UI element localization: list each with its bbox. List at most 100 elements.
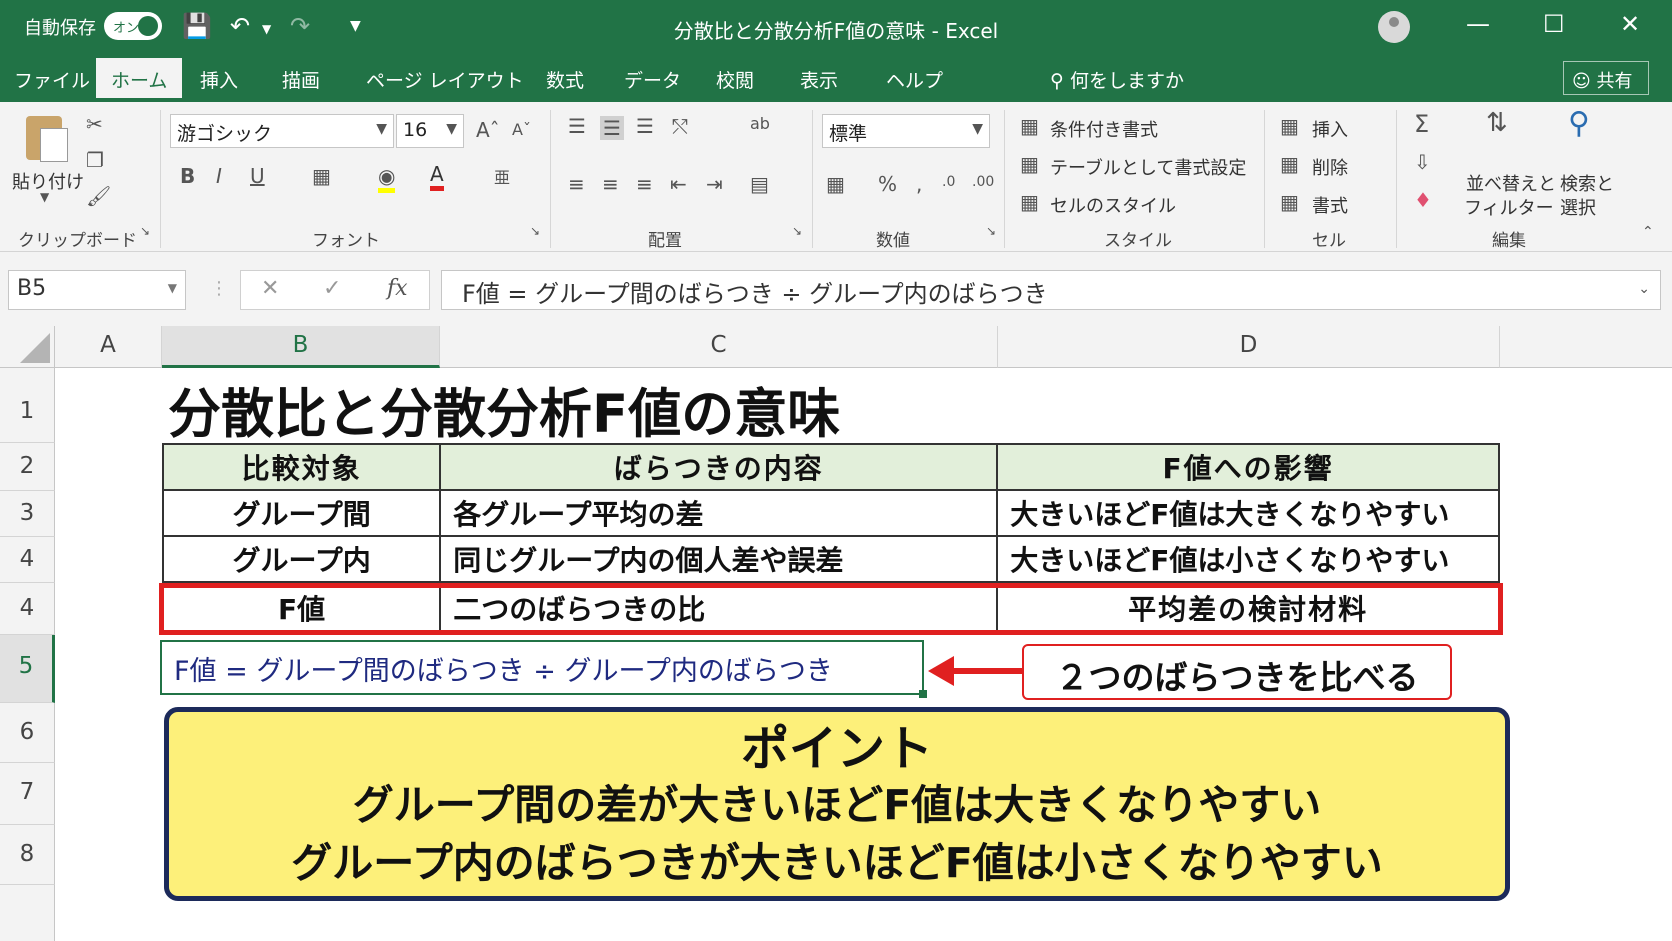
tab-view[interactable]: 表示 bbox=[800, 66, 838, 93]
clear-icon[interactable]: ♦ bbox=[1414, 188, 1432, 212]
bold-icon[interactable]: B bbox=[180, 164, 195, 188]
share-button[interactable]: ☺ 共有 bbox=[1563, 61, 1649, 95]
tab-data[interactable]: データ bbox=[624, 66, 681, 93]
font-launcher-icon[interactable]: ↘ bbox=[530, 224, 540, 238]
align-center-icon[interactable]: ≡ bbox=[602, 172, 619, 196]
callout-box[interactable]: ２つのばらつきを比べる bbox=[1022, 644, 1452, 700]
align-right-icon[interactable]: ≡ bbox=[636, 172, 653, 196]
selected-cell-b5[interactable]: F値 = グループ間のばらつき ÷ グループ内のばらつき bbox=[160, 640, 927, 698]
decrease-font-icon[interactable]: Aˇ bbox=[512, 120, 531, 139]
tab-review[interactable]: 校閲 bbox=[716, 66, 754, 93]
column-header-b[interactable]: B bbox=[162, 326, 440, 368]
delete-cells-button[interactable]: 削除 bbox=[1312, 154, 1348, 180]
align-left-icon[interactable]: ≡ bbox=[568, 172, 585, 196]
increase-indent-icon[interactable]: ⇥ bbox=[706, 172, 723, 196]
header-cell[interactable]: F値への影響 bbox=[996, 443, 1500, 491]
font-size-select[interactable]: 16 ▼ bbox=[396, 114, 464, 148]
comma-style-icon[interactable]: , bbox=[916, 172, 922, 196]
clipboard-launcher-icon[interactable]: ↘ bbox=[140, 224, 150, 238]
decrease-decimal-icon[interactable]: .00 bbox=[972, 174, 994, 190]
alignment-launcher-icon[interactable]: ↘ bbox=[792, 224, 802, 238]
sort-filter-label-1[interactable]: 並べ替えと bbox=[1466, 170, 1556, 196]
insert-cells-button[interactable]: 挿入 bbox=[1312, 116, 1348, 142]
accounting-format-icon[interactable]: ▦ bbox=[826, 172, 845, 196]
cut-icon[interactable]: ✂ bbox=[86, 112, 103, 136]
row-header-8[interactable]: 8 bbox=[0, 825, 55, 885]
tab-file[interactable]: ファイル bbox=[14, 66, 90, 93]
collapse-ribbon-icon[interactable]: ⌃ bbox=[1642, 224, 1654, 240]
cell-styles-button[interactable]: セルのスタイル bbox=[1050, 192, 1176, 218]
row-header-7[interactable]: 7 bbox=[0, 763, 55, 825]
number-format-select[interactable]: 標準 ▼ bbox=[822, 114, 990, 148]
sheet-title[interactable]: 分散比と分散分析F値の意味 bbox=[168, 372, 840, 448]
tab-home[interactable]: ホーム bbox=[96, 58, 183, 102]
column-header-d[interactable]: D bbox=[998, 326, 1500, 368]
orientation-icon[interactable]: ⤲ bbox=[672, 114, 688, 138]
expand-formula-icon[interactable]: ⌄ bbox=[1638, 281, 1650, 297]
format-cells-button[interactable]: 書式 bbox=[1312, 192, 1348, 218]
maximize-icon[interactable]: ☐ bbox=[1543, 10, 1565, 38]
fill-icon[interactable]: ⇩ bbox=[1414, 150, 1431, 174]
underline-icon[interactable]: U bbox=[250, 164, 265, 188]
close-icon[interactable]: ✕ bbox=[1620, 10, 1640, 38]
header-cell[interactable]: ばらつきの内容 bbox=[439, 443, 999, 491]
merge-center-icon[interactable]: ▤ bbox=[750, 172, 769, 196]
table-cell[interactable]: 同じグループ内の個人差や誤差 bbox=[439, 535, 999, 583]
header-cell[interactable]: 比較対象 bbox=[161, 443, 442, 491]
minimize-icon[interactable]: — bbox=[1466, 10, 1490, 38]
name-box[interactable]: B5 ▼ bbox=[8, 270, 186, 310]
autosum-icon[interactable]: Σ bbox=[1414, 110, 1429, 138]
row-header-3[interactable]: 3 bbox=[0, 491, 55, 537]
column-header-a[interactable]: A bbox=[55, 326, 162, 368]
cancel-icon[interactable]: ✕ bbox=[261, 276, 279, 301]
row-header-4b[interactable]: 4 bbox=[0, 583, 55, 635]
number-launcher-icon[interactable]: ↘ bbox=[986, 224, 996, 238]
tab-help[interactable]: ヘルプ bbox=[886, 66, 943, 93]
insert-function-icon[interactable]: fx bbox=[387, 276, 408, 301]
borders-icon[interactable]: ▦ bbox=[312, 164, 331, 188]
row-header-1[interactable]: 1 bbox=[0, 368, 55, 443]
copy-icon[interactable]: ❐ bbox=[86, 148, 104, 172]
point-box[interactable]: ポイント グループ間の差が大きいほどF値は大きくなりやすい グループ内のばらつき… bbox=[164, 707, 1510, 901]
fill-color-icon[interactable]: ◉ bbox=[378, 164, 396, 193]
row-header-4[interactable]: 4 bbox=[0, 537, 55, 583]
row-header-5[interactable]: 5 bbox=[0, 635, 55, 703]
column-header-c[interactable]: C bbox=[440, 326, 998, 368]
row-header-6[interactable]: 6 bbox=[0, 703, 55, 763]
tab-page-layout[interactable]: ページ レイアウト bbox=[366, 66, 524, 93]
tab-formulas[interactable]: 数式 bbox=[546, 66, 584, 93]
align-bottom-icon[interactable]: ☰ bbox=[636, 114, 654, 138]
paste-dropdown-icon[interactable]: ▼ bbox=[40, 190, 49, 204]
tab-insert[interactable]: 挿入 bbox=[200, 66, 238, 93]
format-painter-icon[interactable]: 🖌 bbox=[86, 184, 111, 208]
font-name-select[interactable]: 游ゴシック ▼ bbox=[170, 114, 394, 148]
table-cell[interactable]: 大きいほどF値は小さくなりやすい bbox=[996, 535, 1500, 583]
conditional-format-button[interactable]: 条件付き書式 bbox=[1050, 116, 1158, 142]
percent-icon[interactable]: % bbox=[878, 172, 897, 196]
row-header-2[interactable]: 2 bbox=[0, 443, 55, 491]
table-cell[interactable]: 各グループ平均の差 bbox=[439, 489, 999, 537]
align-top-icon[interactable]: ☰ bbox=[568, 114, 586, 138]
table-cell[interactable]: グループ間 bbox=[161, 489, 442, 537]
enter-icon[interactable]: ✓ bbox=[323, 276, 341, 301]
tell-me-box[interactable]: ⚲ 何をしますか bbox=[1050, 66, 1184, 93]
table-cell[interactable]: グループ内 bbox=[161, 535, 442, 583]
font-color-icon[interactable]: A bbox=[430, 162, 444, 191]
table-cell[interactable]: 大きいほどF値は大きくなりやすい bbox=[996, 489, 1500, 537]
increase-font-icon[interactable]: Aˆ bbox=[476, 118, 500, 142]
user-avatar[interactable] bbox=[1378, 11, 1410, 43]
decrease-indent-icon[interactable]: ⇤ bbox=[670, 172, 687, 196]
increase-decimal-icon[interactable]: .0 bbox=[942, 174, 955, 190]
formula-input[interactable]: F値 = グループ間のばらつき ÷ グループ内のばらつき ⌄ bbox=[441, 270, 1661, 310]
wrap-text-icon[interactable]: ab bbox=[750, 114, 770, 133]
find-select-label-2[interactable]: 選択 bbox=[1560, 194, 1596, 220]
tab-draw[interactable]: 描画 bbox=[282, 66, 320, 93]
format-as-table-button[interactable]: テーブルとして書式設定 bbox=[1050, 154, 1246, 180]
phonetic-icon[interactable]: 亜 bbox=[494, 164, 510, 188]
sort-filter-label-2[interactable]: フィルター bbox=[1464, 194, 1554, 220]
find-select-label-1[interactable]: 検索と bbox=[1560, 170, 1614, 196]
italic-icon[interactable]: I bbox=[216, 164, 222, 188]
select-all-button[interactable] bbox=[0, 326, 55, 368]
paste-icon[interactable] bbox=[26, 116, 68, 162]
align-middle-icon[interactable]: ☰ bbox=[600, 116, 624, 140]
